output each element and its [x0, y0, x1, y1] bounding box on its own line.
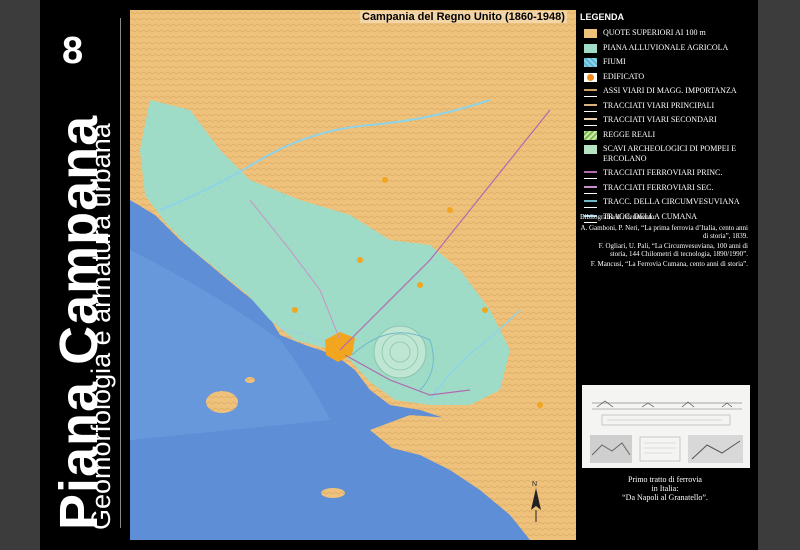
built-marker: [382, 177, 388, 183]
board-subtitle: Geomorfologia e armatura urbana: [86, 123, 116, 530]
legend-item: TRACCIATI VIARI SECONDARI: [580, 115, 758, 130]
legend-item: TRACCIATI FERROVIARI PRINC.: [580, 168, 758, 183]
legend-swatch: [584, 43, 597, 53]
legend-swatch: [584, 58, 597, 67]
legend-label: TRACCIATI VIARI PRINCIPALI: [603, 100, 715, 110]
map-canvas[interactable]: N: [130, 10, 576, 540]
map-title: Campania del Regno Unito (1860-1948): [360, 11, 567, 23]
legend: LEGENDA QUOTE SUPERIORI AI 100 m PIANA AL…: [580, 12, 758, 226]
bibliography-entry: F. Mancusi, “La Ferrovia Cumana, cento a…: [590, 259, 748, 268]
legend-item: FIUMI: [580, 57, 758, 72]
built-marker: [482, 307, 488, 313]
built-marker: [357, 257, 363, 263]
legend-swatch: [584, 185, 597, 194]
photo-caption: Primo tratto di ferrovia in Italia: “Da …: [600, 475, 730, 502]
legend-swatch: [584, 171, 597, 179]
legend-swatch: [584, 130, 597, 140]
island-procida: [245, 377, 255, 383]
legend-list: QUOTE SUPERIORI AI 100 m PIANA ALLUVIONAL…: [580, 28, 758, 226]
legend-label: ASSI VIARI DI MAGG. IMPORTANZA: [603, 86, 737, 95]
north-label: N: [532, 481, 537, 488]
legend-label: SCAVI ARCHEOLOGICI DI POMPEI E ERCOLANO: [603, 144, 737, 163]
railway-drawing: [582, 385, 750, 468]
legend-item: TRACC. DELLA CIRCUMVESUVIANA: [580, 197, 758, 212]
legend-swatch: [584, 72, 597, 82]
island-ischia: [206, 391, 238, 413]
legend-swatch: [584, 200, 597, 208]
legend-label: PIANA ALLUVIONALE AGRICOLA: [603, 42, 729, 52]
legend-label: TRACC. DELLA CIRCUMVESUVIANA: [603, 197, 740, 206]
board-number: 8: [62, 30, 84, 72]
legend-item: PIANA ALLUVIONALE AGRICOLA: [580, 43, 758, 58]
historic-railway-image[interactable]: [582, 385, 750, 468]
built-marker: [417, 282, 423, 288]
vesuvius: [373, 325, 427, 379]
built-marker: [447, 207, 453, 213]
legend-item: ASSI VIARI DI MAGG. IMPORTANZA: [580, 86, 758, 101]
legend-swatch: [584, 29, 597, 38]
map-panel[interactable]: N: [130, 10, 576, 540]
caption-line: “Da Napoli al Granatello”.: [622, 493, 708, 502]
island-capri: [321, 488, 345, 498]
bibliography-entry: F. Ogliari, U. Pali, “La Circumvesuviana…: [598, 241, 748, 259]
legend-item: EDIFICATO: [580, 72, 758, 87]
legend-item: REGGE REALI: [580, 130, 758, 145]
legend-swatch: [584, 89, 597, 97]
legend-item: QUOTE SUPERIORI AI 100 m: [580, 28, 758, 43]
legend-label: FIUMI: [603, 57, 626, 66]
legend-label: REGGE REALI: [603, 129, 656, 139]
legend-swatch: [584, 145, 597, 154]
legend-title: LEGENDA: [580, 12, 625, 22]
caption-line: Primo tratto di ferrovia: [628, 475, 702, 484]
bibliography: Bibliografia di riferimento: A. Gamboni,…: [580, 213, 756, 269]
legend-label: TRACCIATI VIARI SECONDARI: [603, 115, 717, 124]
title-divider: [120, 18, 121, 528]
bibliography-entry: A. Gamboni, P. Neri, “La prima ferrovia …: [580, 223, 748, 241]
legend-item: SCAVI ARCHEOLOGICI DI POMPEI E ERCOLANO: [580, 144, 758, 168]
legend-item: TRACCIATI FERROVIARI SEC.: [580, 183, 758, 198]
legend-label: TRACCIATI FERROVIARI SEC.: [603, 182, 714, 192]
legend-item: TRACCIATI VIARI PRINCIPALI: [580, 101, 758, 116]
legend-swatch: [584, 103, 597, 112]
caption-line: in Italia:: [651, 484, 679, 493]
bibliography-heading: Bibliografia di riferimento:: [580, 213, 657, 221]
legend-label: EDIFICATO: [603, 71, 645, 81]
legend-label: QUOTE SUPERIORI AI 100 m: [603, 28, 706, 37]
built-marker: [292, 307, 298, 313]
legend-swatch: [584, 118, 597, 126]
legend-label: TRACCIATI FERROVIARI PRINC.: [603, 168, 723, 177]
built-marker: [537, 402, 543, 408]
